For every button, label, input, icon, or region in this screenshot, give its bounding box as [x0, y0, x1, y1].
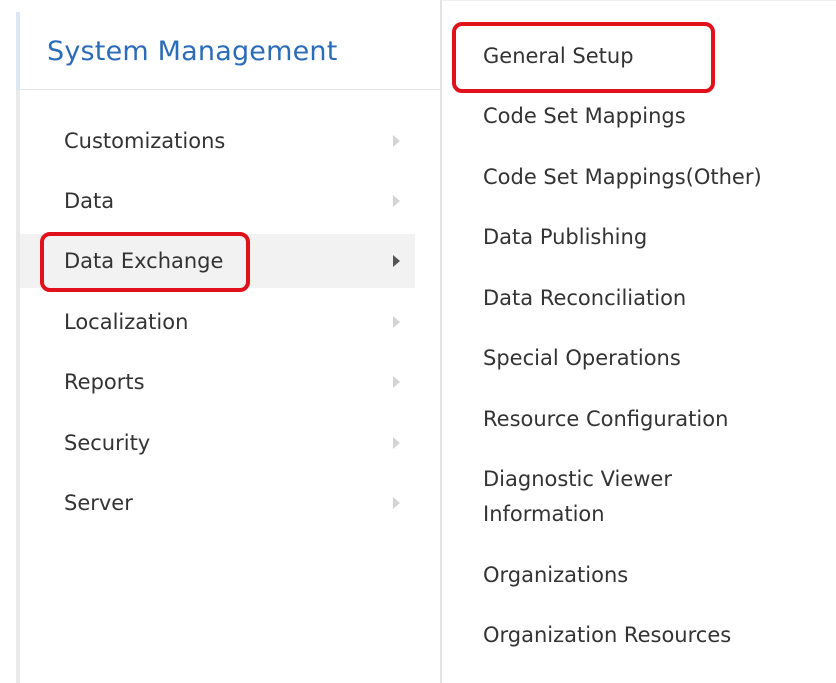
submenu-item-organizations[interactable]: Organizations — [483, 558, 628, 593]
menu-item-security[interactable]: Security — [20, 416, 415, 470]
system-management-menu: System Management Customizations Data Da… — [0, 0, 836, 683]
data-exchange-submenu: General Setup Code Set Mappings Code Set… — [442, 0, 836, 683]
submenu-item-code-set-mappings[interactable]: Code Set Mappings — [483, 99, 686, 134]
menu-item-label: Data Exchange — [64, 249, 224, 273]
submenu-item-special-operations[interactable]: Special Operations — [483, 341, 681, 376]
submenu-item-data-publishing[interactable]: Data Publishing — [483, 220, 647, 255]
chevron-right-icon — [393, 316, 400, 328]
chevron-right-icon — [393, 195, 400, 207]
title-divider — [20, 89, 440, 90]
chevron-right-icon — [393, 497, 400, 509]
menu-item-label: Data — [64, 189, 115, 213]
menu-item-data[interactable]: Data — [20, 174, 415, 228]
submenu-item-code-set-mappings-other[interactable]: Code Set Mappings(Other) — [483, 160, 762, 195]
menu-item-label: Customizations — [64, 129, 226, 153]
menu-item-reports[interactable]: Reports — [20, 355, 415, 409]
menu-item-label: Server — [64, 491, 133, 515]
submenu-item-diagnostic-viewer-information[interactable]: Diagnostic Viewer Information — [483, 462, 743, 532]
menu-item-label: Reports — [64, 370, 145, 394]
chevron-right-icon — [393, 255, 400, 267]
chevron-right-icon — [393, 135, 400, 147]
menu-item-label: Localization — [64, 310, 189, 334]
panel-title: System Management — [47, 36, 338, 67]
system-management-panel: System Management Customizations Data Da… — [16, 12, 440, 683]
menu-item-server[interactable]: Server — [20, 476, 415, 530]
submenu-item-resource-configuration[interactable]: Resource Configuration — [483, 402, 728, 437]
menu-item-customizations[interactable]: Customizations — [20, 114, 415, 168]
chevron-right-icon — [393, 376, 400, 388]
menu-item-label: Security — [64, 431, 151, 455]
menu-item-localization[interactable]: Localization — [20, 295, 415, 349]
chevron-right-icon — [393, 437, 400, 449]
submenu-item-general-setup[interactable]: General Setup — [483, 39, 634, 74]
menu-item-data-exchange[interactable]: Data Exchange — [20, 234, 415, 288]
submenu-item-organization-resources[interactable]: Organization Resources — [483, 618, 731, 653]
submenu-item-data-reconciliation[interactable]: Data Reconciliation — [483, 281, 686, 316]
